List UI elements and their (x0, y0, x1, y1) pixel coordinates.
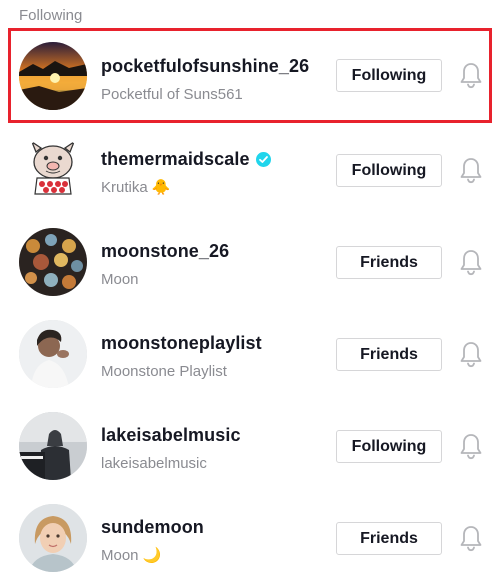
username[interactable]: pocketfulofsunshine_26 (101, 56, 309, 77)
bell-icon[interactable] (459, 62, 483, 89)
account-row[interactable]: sundemoon Moon 🌙 Friends (0, 491, 500, 583)
nickname-text: lakeisabelmusic (101, 455, 207, 472)
avatar[interactable] (19, 412, 87, 480)
account-row[interactable]: lakeisabelmusic lakeisabelmusic Followin… (0, 399, 500, 491)
nickname-text: Pocketful of Suns561 (101, 86, 243, 103)
section-label: Following (19, 7, 83, 24)
username-text: themermaidscale (101, 149, 250, 169)
piano-player-avatar (19, 412, 87, 480)
bell-icon[interactable] (459, 433, 483, 460)
username-text: lakeisabelmusic (101, 425, 241, 445)
friends-button[interactable]: Friends (336, 246, 442, 279)
username-text: moonstone_26 (101, 241, 230, 261)
friends-button[interactable]: Friends (336, 338, 442, 371)
chick-emoji-icon: 🐥 (151, 179, 171, 196)
bell-icon[interactable] (459, 525, 483, 552)
account-list: pocketfulofsunshine_26 Pocketful of Suns… (0, 28, 500, 583)
woman-portrait-avatar (19, 320, 87, 388)
nickname-text: Moon (101, 271, 139, 288)
avatar[interactable] (19, 228, 87, 296)
account-names: sundemoon Moon 🌙 (101, 517, 204, 564)
account-row[interactable]: moonstoneplaylist Moonstone Playlist Fri… (0, 307, 500, 399)
friends-button[interactable]: Friends (336, 522, 442, 555)
nickname: Pocketful of Suns561 (101, 86, 309, 103)
account-row[interactable]: moonstone_26 Moon Friends (0, 215, 500, 307)
verified-badge-icon (255, 152, 271, 167)
username[interactable]: moonstone_26 (101, 241, 229, 262)
avatar[interactable] (19, 504, 87, 572)
following-button[interactable]: Following (336, 59, 442, 92)
account-names: moonstone_26 Moon (101, 241, 229, 288)
bell-icon[interactable] (459, 341, 483, 368)
nickname-text: Krutika (101, 179, 148, 196)
account-row[interactable]: pocketfulofsunshine_26 Pocketful of Suns… (8, 28, 492, 123)
bell-icon[interactable] (459, 249, 483, 276)
nickname-text: Moonstone Playlist (101, 363, 227, 380)
avatar[interactable] (19, 136, 87, 204)
username[interactable]: moonstoneplaylist (101, 333, 262, 354)
cartoon-pig-avatar (19, 136, 87, 204)
username-text: sundemoon (101, 517, 204, 537)
avatar[interactable] (19, 320, 87, 388)
nickname-text: Moon (101, 547, 139, 564)
account-row[interactable]: themermaidscale Krutika 🐥 Following (0, 123, 500, 215)
crescent-moon-emoji-icon: 🌙 (142, 547, 162, 564)
username[interactable]: lakeisabelmusic (101, 425, 241, 446)
account-names: lakeisabelmusic lakeisabelmusic (101, 425, 241, 472)
nickname: Moon 🌙 (101, 547, 204, 564)
following-button[interactable]: Following (336, 154, 442, 187)
lanterns-avatar (19, 228, 87, 296)
username[interactable]: themermaidscale (101, 149, 271, 170)
username-text: pocketfulofsunshine_26 (101, 56, 310, 76)
sunset-lake-avatar (19, 42, 87, 110)
nickname: Moonstone Playlist (101, 363, 262, 380)
account-names: themermaidscale Krutika 🐥 (101, 149, 271, 196)
nickname: Moon (101, 271, 229, 288)
account-names: moonstoneplaylist Moonstone Playlist (101, 333, 262, 380)
girl-portrait-avatar (19, 504, 87, 572)
username[interactable]: sundemoon (101, 517, 204, 538)
avatar[interactable] (19, 42, 87, 110)
following-list-screen: Following pocketfulofsunshine_26 Pocketf… (0, 0, 500, 587)
following-button[interactable]: Following (336, 430, 442, 463)
account-names: pocketfulofsunshine_26 Pocketful of Suns… (101, 56, 309, 103)
bell-icon[interactable] (459, 157, 483, 184)
nickname: lakeisabelmusic (101, 455, 241, 472)
username-text: moonstoneplaylist (101, 333, 262, 353)
nickname: Krutika 🐥 (101, 179, 271, 196)
